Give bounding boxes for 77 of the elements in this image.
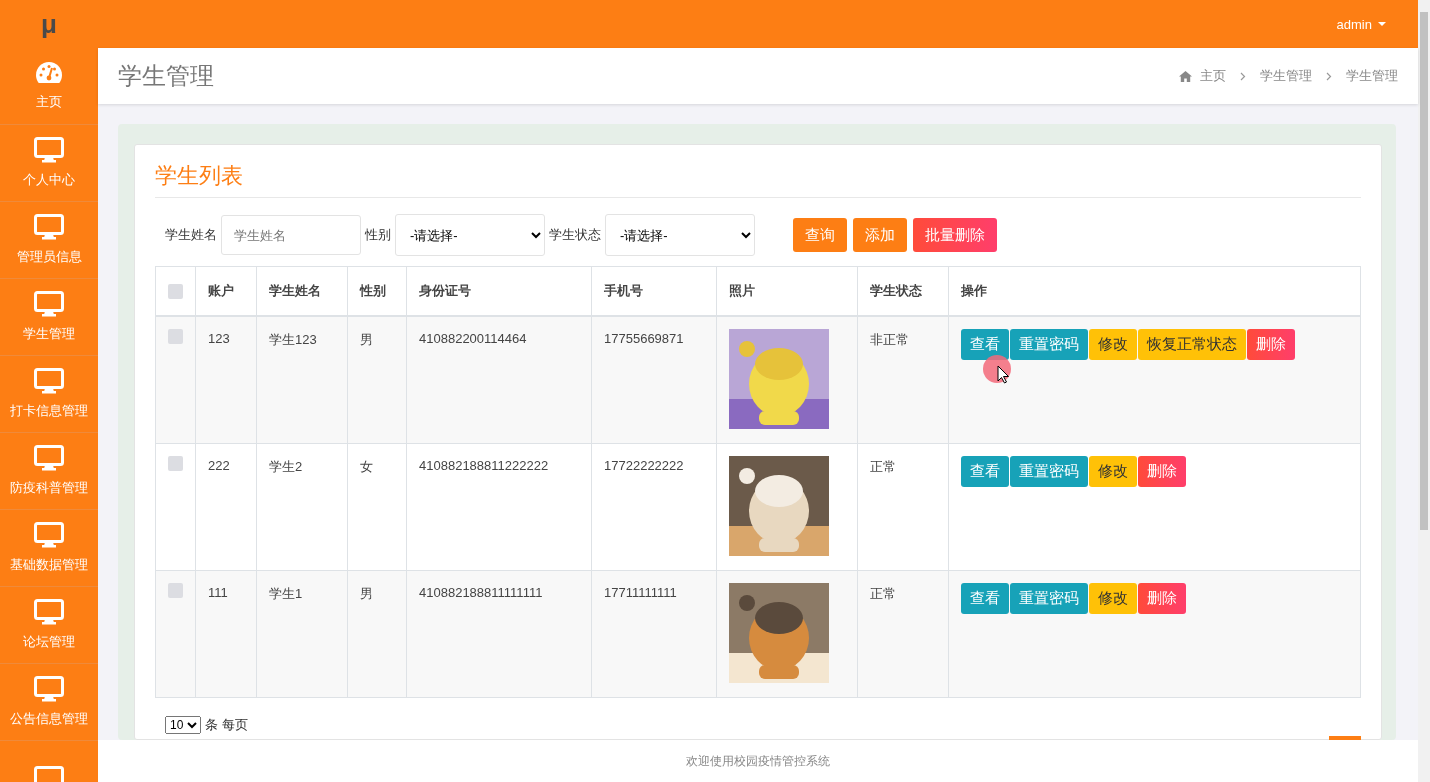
monitor-icon bbox=[34, 445, 64, 471]
monitor-icon bbox=[34, 368, 64, 394]
table-cell: 正常 bbox=[857, 443, 949, 571]
select-field[interactable]: -请选择- bbox=[605, 214, 755, 256]
card-title: 学生列表 bbox=[155, 161, 1361, 198]
page-size-label: 条 每页 bbox=[205, 716, 248, 734]
dashboard-icon bbox=[35, 61, 63, 85]
action-button[interactable]: 恢复正常状态 bbox=[1138, 329, 1246, 360]
caret-icon bbox=[1378, 22, 1386, 26]
monitor-icon bbox=[34, 291, 64, 317]
table-cell: 410882188811222222 bbox=[406, 443, 592, 571]
sidebar-item[interactable]: 基础数据管理 bbox=[0, 510, 98, 587]
table-cell: 17722222222 bbox=[591, 443, 717, 571]
sidebar-item[interactable]: 打卡信息管理 bbox=[0, 356, 98, 433]
action-button[interactable]: 修改 bbox=[1089, 456, 1137, 487]
action-button[interactable]: 重置密码 bbox=[1010, 583, 1088, 614]
breadcrumb-link[interactable]: 学生管理 bbox=[1260, 67, 1312, 85]
select-field[interactable]: -请选择- bbox=[395, 214, 545, 256]
table-cell: 学生2 bbox=[256, 443, 348, 571]
action-button[interactable]: 重置密码 bbox=[1010, 456, 1088, 487]
table-cell: 学生1 bbox=[256, 570, 348, 698]
monitor-icon bbox=[34, 676, 64, 702]
table-cell: 男 bbox=[347, 570, 407, 698]
checkbox[interactable] bbox=[168, 329, 183, 344]
action-button[interactable]: 删除 bbox=[1138, 583, 1186, 614]
breadcrumb-link[interactable]: 主页 bbox=[1200, 67, 1226, 85]
footer-text: 欢迎使用校园疫情管控系统 bbox=[686, 752, 830, 770]
action-button[interactable]: 查看 bbox=[961, 583, 1009, 614]
filter-label: 学生姓名 bbox=[165, 226, 217, 244]
table-cell: 学生123 bbox=[256, 316, 348, 444]
filter-label: 学生状态 bbox=[549, 226, 601, 244]
toolbar-button[interactable]: 批量删除 bbox=[913, 218, 997, 252]
name-input[interactable]: 学生姓名 bbox=[221, 215, 361, 255]
table-cell: 女 bbox=[347, 443, 407, 571]
breadcrumb-link[interactable]: 学生管理 bbox=[1346, 67, 1398, 85]
chevron-icon bbox=[1326, 71, 1332, 81]
sidebar-item[interactable]: 公告信息管理 bbox=[0, 664, 98, 741]
table-cell: 男 bbox=[347, 316, 407, 444]
action-button[interactable]: 修改 bbox=[1089, 583, 1137, 614]
action-button[interactable]: 删除 bbox=[1138, 456, 1186, 487]
checkbox[interactable] bbox=[168, 456, 183, 471]
table-cell: 410882188811111111 bbox=[406, 570, 592, 698]
scrollbar[interactable] bbox=[1418, 0, 1430, 782]
table-cell: 222 bbox=[195, 443, 257, 571]
action-button[interactable]: 删除 bbox=[1247, 329, 1295, 360]
checkbox[interactable] bbox=[168, 583, 183, 598]
sidebar-item[interactable]: 个人中心 bbox=[0, 125, 98, 202]
action-button[interactable]: 修改 bbox=[1089, 329, 1137, 360]
page-title: 学生管理 bbox=[118, 61, 214, 91]
checkbox[interactable] bbox=[168, 283, 183, 299]
logo: μ bbox=[41, 8, 57, 40]
chevron-icon bbox=[1240, 71, 1246, 81]
home-icon bbox=[1179, 70, 1192, 82]
user-menu[interactable]: admin bbox=[1336, 16, 1386, 32]
page-size-select[interactable]: 10 bbox=[165, 716, 201, 734]
table-cell: 正常 bbox=[857, 570, 949, 698]
toolbar-button[interactable]: 添加 bbox=[853, 218, 907, 252]
table-cell: 17755669871 bbox=[591, 316, 717, 444]
table-cell: 111 bbox=[195, 570, 257, 698]
monitor-icon bbox=[34, 522, 64, 548]
filter-label: 性别 bbox=[365, 226, 391, 244]
action-button[interactable]: 查看 bbox=[961, 456, 1009, 487]
sidebar-item[interactable]: 主页 bbox=[0, 48, 98, 125]
monitor-icon bbox=[34, 137, 64, 163]
sidebar-item[interactable]: 防疫科普管理 bbox=[0, 433, 98, 510]
table-cell: 17711111111 bbox=[591, 570, 717, 698]
action-button[interactable]: 重置密码 bbox=[1010, 329, 1088, 360]
table-cell: 123 bbox=[195, 316, 257, 444]
table-cell: 非正常 bbox=[857, 316, 949, 444]
toolbar-button[interactable]: 查询 bbox=[793, 218, 847, 252]
sidebar-item[interactable]: 管理员信息 bbox=[0, 202, 98, 279]
table-cell: 410882200114464 bbox=[406, 316, 592, 444]
sidebar-item[interactable]: 学生管理 bbox=[0, 279, 98, 356]
monitor-icon bbox=[34, 214, 64, 240]
action-button[interactable]: 查看 bbox=[961, 329, 1009, 360]
sidebar-item[interactable]: 论坛管理 bbox=[0, 587, 98, 664]
monitor-icon bbox=[34, 599, 64, 625]
